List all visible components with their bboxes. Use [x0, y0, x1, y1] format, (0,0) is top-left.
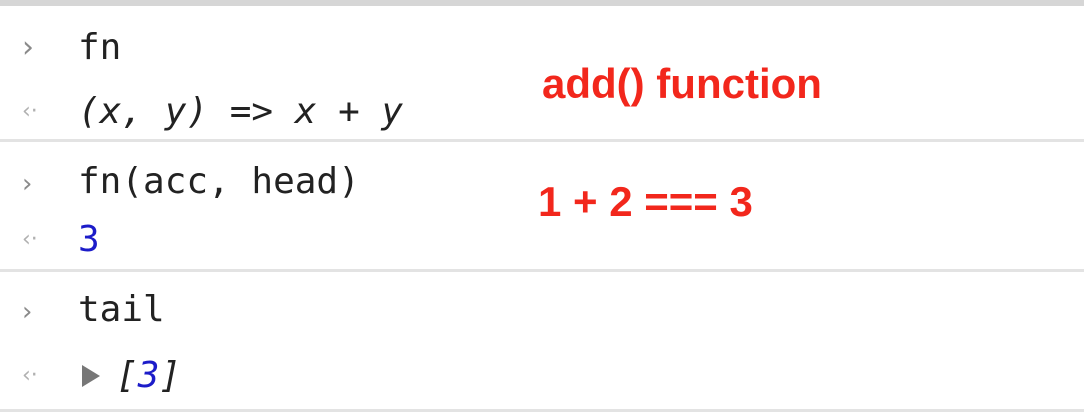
console-output-line: ‹· [3]: [0, 348, 1084, 408]
console-input-line: › tail: [0, 282, 1084, 342]
console-output-text[interactable]: (x, y) => x + y: [78, 90, 403, 134]
chevron-right-icon: ›: [22, 297, 33, 327]
console-input-text[interactable]: fn: [78, 26, 121, 70]
array-value: 3: [137, 355, 160, 396]
chevron-right-icon: ›: [22, 169, 33, 199]
annotation-sum-equation: 1 + 2 === 3: [538, 178, 753, 225]
result-arrow-icon: ‹·: [22, 363, 38, 388]
annotation-add-function: add() function: [542, 60, 822, 107]
console-output-array[interactable]: [3]: [116, 354, 181, 398]
chevron-right-icon: ›: [22, 30, 34, 65]
result-arrow-icon: ‹·: [22, 99, 38, 124]
array-close-bracket: ]: [159, 355, 182, 396]
console-entry: › tail ‹· [3]: [0, 272, 1084, 412]
result-arrow-icon: ‹·: [22, 227, 38, 252]
triangle-right-icon[interactable]: [82, 365, 100, 387]
console-input-text[interactable]: tail: [78, 288, 165, 332]
console-output-number[interactable]: 3: [78, 218, 100, 262]
array-open-bracket: [: [116, 355, 138, 396]
console-input-text[interactable]: fn(acc, head): [78, 160, 360, 204]
